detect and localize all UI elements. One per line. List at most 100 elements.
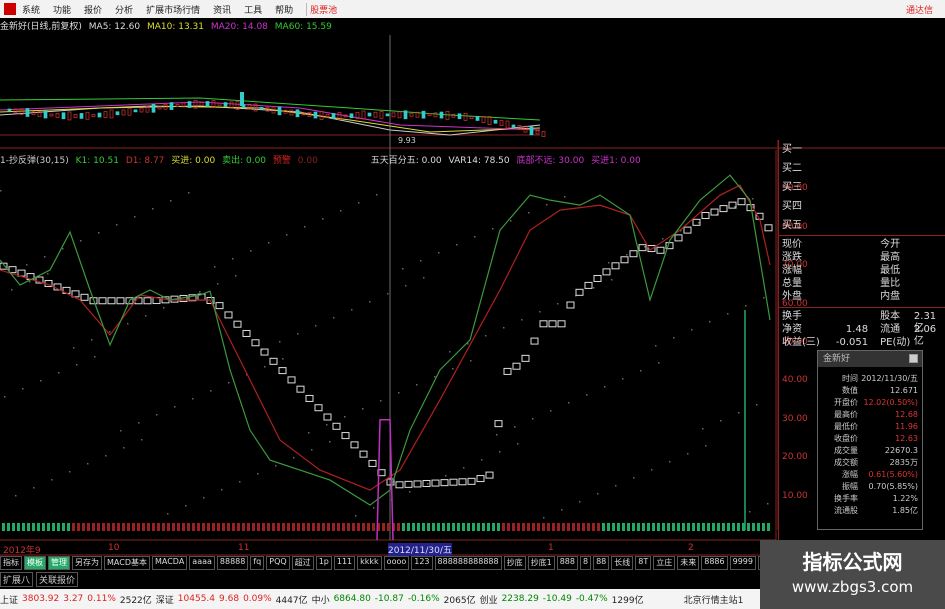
popup-title: 金新好 bbox=[818, 351, 922, 367]
scatter-dot bbox=[687, 453, 689, 455]
signal-bar bbox=[727, 523, 730, 531]
toolbar-button[interactable]: 123 bbox=[411, 556, 433, 570]
toolbar-button[interactable]: 抄底1 bbox=[527, 556, 555, 570]
stair-box bbox=[566, 301, 575, 309]
scatter-dot bbox=[445, 475, 447, 477]
scatter-dot bbox=[76, 364, 78, 366]
stair-box bbox=[548, 320, 557, 328]
signal-bar bbox=[507, 523, 510, 531]
toolbar-button[interactable]: 扩展八 bbox=[0, 572, 34, 587]
stair-box bbox=[269, 357, 278, 365]
toolbar-button[interactable]: MACD基本 bbox=[104, 556, 150, 570]
toolbar-button[interactable]: kkkk bbox=[357, 556, 382, 570]
candlestick bbox=[349, 113, 354, 119]
stair-box bbox=[602, 268, 611, 276]
scatter-dot bbox=[40, 380, 42, 382]
candlestick bbox=[541, 131, 546, 137]
signal-bar bbox=[327, 523, 330, 531]
stair-box bbox=[116, 297, 125, 305]
popup-row: 最高价 12.68 bbox=[818, 409, 922, 421]
scatter-dot bbox=[644, 246, 646, 248]
indicator-name[interactable]: 1-抄反弹(30,15) bbox=[0, 156, 69, 166]
signal-bar bbox=[47, 523, 50, 531]
scatter-dot bbox=[398, 392, 400, 394]
signal-bar bbox=[142, 523, 145, 531]
signal-bar bbox=[192, 523, 195, 531]
signal-bar bbox=[167, 523, 170, 531]
watermark-title: 指标公式网 bbox=[802, 550, 903, 574]
toolbar-button[interactable]: 88 bbox=[593, 556, 610, 570]
stair-box bbox=[350, 441, 359, 449]
candlestick bbox=[373, 111, 378, 118]
signal-bar bbox=[417, 523, 420, 531]
signal-bar bbox=[687, 523, 690, 531]
toolbar-button[interactable]: aaaa bbox=[189, 556, 215, 570]
toolbar-button[interactable]: 指标 bbox=[0, 556, 22, 570]
signal-bar bbox=[562, 523, 565, 531]
toolbar-button[interactable]: 管理 bbox=[48, 556, 70, 570]
signal-bar bbox=[202, 523, 205, 531]
signal-bar bbox=[267, 523, 270, 531]
signal-bar bbox=[737, 523, 740, 531]
candlestick bbox=[385, 113, 390, 117]
scatter-dot bbox=[297, 333, 299, 335]
stair-box bbox=[449, 478, 458, 486]
scatter-dot bbox=[608, 262, 610, 264]
scatter-dot bbox=[662, 238, 664, 240]
toolbar-button[interactable]: MACDA bbox=[151, 556, 188, 570]
signal-bar bbox=[227, 523, 230, 531]
signal-bar bbox=[302, 523, 305, 531]
toolbar-button[interactable]: 9999 bbox=[729, 556, 756, 570]
toolbar-button[interactable]: 8T bbox=[635, 556, 652, 570]
status-item: -10.87 bbox=[374, 594, 404, 604]
toolbar-button[interactable]: 未来 bbox=[677, 556, 700, 570]
stair-box bbox=[512, 362, 521, 370]
signal-bar bbox=[282, 523, 285, 531]
scatter-dot bbox=[80, 240, 82, 242]
toolbar-button[interactable]: 抄底 bbox=[503, 556, 526, 570]
close-icon[interactable] bbox=[909, 354, 918, 363]
toolbar-button[interactable]: 888 bbox=[556, 556, 578, 570]
toolbar-button[interactable]: 长线 bbox=[611, 556, 634, 570]
signal-bar bbox=[252, 523, 255, 531]
candlestick bbox=[493, 119, 498, 124]
date-label: 2 bbox=[688, 543, 694, 553]
signal-bar bbox=[97, 523, 100, 531]
scatter-dot bbox=[752, 198, 754, 200]
scatter-dot bbox=[499, 451, 501, 453]
scatter-dot bbox=[409, 491, 411, 493]
candlestick bbox=[25, 108, 30, 117]
toolbar-button[interactable]: PQQ bbox=[266, 556, 290, 570]
toolbar-button[interactable]: fq bbox=[250, 556, 265, 570]
toolbar-button[interactable]: 立庄 bbox=[653, 556, 676, 570]
toolbar-button[interactable]: 8886 bbox=[701, 556, 728, 570]
scatter-dot bbox=[123, 447, 125, 449]
signal-bar bbox=[147, 523, 150, 531]
toolbar-button[interactable]: 88888 bbox=[216, 556, 249, 570]
popup-key: 最高价 bbox=[834, 410, 858, 419]
signal-bar bbox=[732, 523, 735, 531]
scatter-dot bbox=[185, 505, 187, 507]
stair-box bbox=[413, 480, 422, 488]
toolbar-button[interactable]: 超过 bbox=[291, 556, 314, 570]
status-item: 中小 bbox=[311, 595, 330, 606]
scatter-dot bbox=[669, 461, 671, 463]
signal-bar bbox=[632, 523, 635, 531]
data-window-popup[interactable]: 金新好 时间 2012/11/30/五 数值 12.671 开盘价 12.02(0.50%… bbox=[817, 350, 923, 530]
scatter-dot bbox=[11, 289, 13, 291]
toolbar-button[interactable]: oooo bbox=[383, 556, 410, 570]
candlestick bbox=[139, 107, 144, 113]
signal-bar bbox=[317, 523, 320, 531]
toolbar-button[interactable]: 模板 bbox=[24, 556, 46, 570]
scatter-dot bbox=[420, 260, 422, 262]
toolbar-button[interactable]: 关联报价 bbox=[36, 572, 79, 587]
toolbar-button[interactable]: 另存为 bbox=[72, 556, 102, 570]
scatter-dot bbox=[358, 202, 360, 204]
quote-row: 外盘 内盘 bbox=[779, 291, 945, 304]
candlestick bbox=[115, 111, 120, 116]
toolbar-button[interactable]: 111 bbox=[333, 556, 356, 570]
toolbar-button[interactable]: 888888888888 bbox=[434, 556, 502, 570]
toolbar-button[interactable]: 1p bbox=[315, 556, 332, 570]
scatter-dot bbox=[564, 196, 566, 198]
toolbar-button[interactable]: 8 bbox=[579, 556, 592, 570]
